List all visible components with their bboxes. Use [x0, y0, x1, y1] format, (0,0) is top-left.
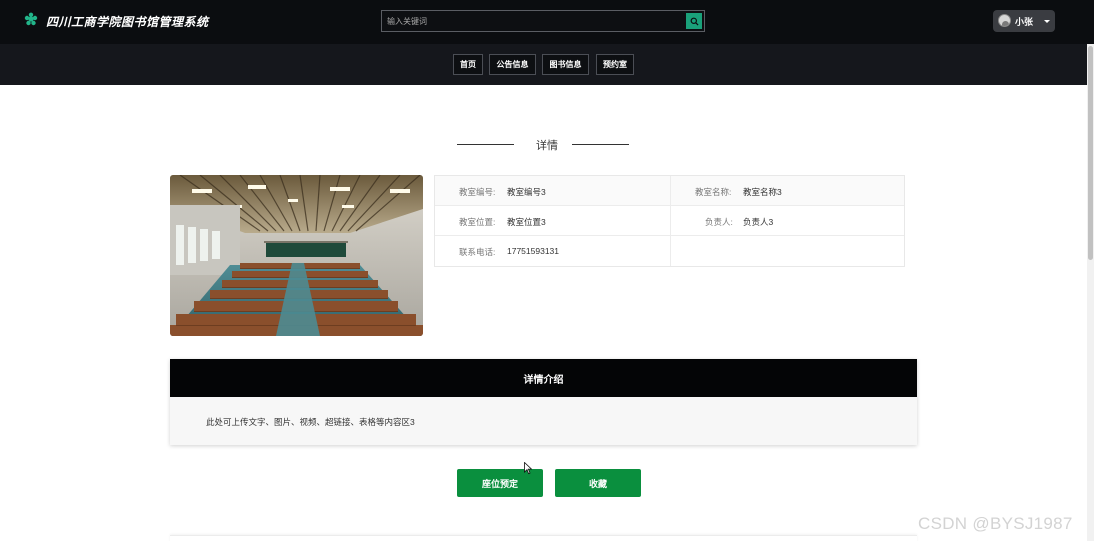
room-number-value: 教室编号3: [507, 187, 546, 197]
main-nav: 首页 公告信息 图书信息 预约室: [0, 44, 1094, 85]
chevron-down-icon: [1044, 20, 1050, 23]
site-title[interactable]: 四川工商学院图书馆管理系统: [46, 13, 209, 30]
room-number-cell: 教室编号: 教室编号3: [435, 176, 670, 206]
details-table: 教室编号: 教室编号3 教室名称: 教室名称3 教室位置: 教室位置3 负责人:…: [434, 175, 905, 267]
search-button[interactable]: [686, 13, 702, 29]
user-menu[interactable]: 小张: [993, 10, 1055, 32]
nav-item-notices[interactable]: 公告信息: [489, 54, 536, 75]
phone-label: 联系电话:: [459, 247, 496, 257]
mouse-cursor-icon: [524, 462, 532, 475]
nav-item-home[interactable]: 首页: [453, 54, 483, 75]
description-heading: 详情介绍: [170, 359, 917, 397]
room-name-label: 教室名称:: [695, 187, 732, 197]
search-icon: [690, 17, 699, 26]
logo-icon: [24, 12, 38, 26]
room-number-label: 教室编号:: [459, 187, 496, 197]
description-card: 详情介绍 此处可上传文字、图片、视频、超链接、表格等内容区3: [170, 359, 917, 445]
scrollbar-thumb[interactable]: [1088, 46, 1093, 260]
title-divider-right: [572, 144, 629, 145]
room-location-value: 教室位置3: [507, 217, 546, 227]
top-bar: 四川工商学院图书馆管理系统 小张: [0, 0, 1094, 44]
page: 四川工商学院图书馆管理系统 小张 首页 公告信息 图书信息 预约室 详情: [0, 0, 1094, 541]
search-box: [381, 10, 705, 32]
nav-item-books[interactable]: 图书信息: [542, 54, 589, 75]
nav-item-reservation-room[interactable]: 预约室: [596, 54, 634, 75]
phone-cell: 联系电话: 17751593131: [435, 236, 670, 266]
favorite-button[interactable]: 收藏: [555, 469, 641, 497]
classroom-photo: [170, 175, 423, 336]
user-name: 小张: [1015, 17, 1034, 27]
room-name-value: 教室名称3: [743, 187, 782, 197]
room-location-cell: 教室位置: 教室位置3: [435, 206, 670, 236]
room-name-cell: 教室名称: 教室名称3: [671, 176, 904, 206]
owner-value: 负责人3: [743, 217, 774, 227]
watermark: CSDN @BYSJ1987: [918, 514, 1073, 533]
room-location-label: 教室位置:: [459, 217, 496, 227]
phone-value: 17751593131: [507, 246, 560, 256]
description-body: 此处可上传文字、图片、视频、超链接、表格等内容区3: [206, 417, 415, 427]
section-title: 详情: [536, 140, 558, 152]
column-divider: [670, 176, 671, 266]
owner-cell: 负责人: 负责人3: [671, 206, 904, 236]
avatar: [998, 14, 1011, 27]
owner-label: 负责人:: [705, 217, 733, 227]
comments-card: [170, 535, 917, 541]
search-input[interactable]: [384, 12, 682, 30]
